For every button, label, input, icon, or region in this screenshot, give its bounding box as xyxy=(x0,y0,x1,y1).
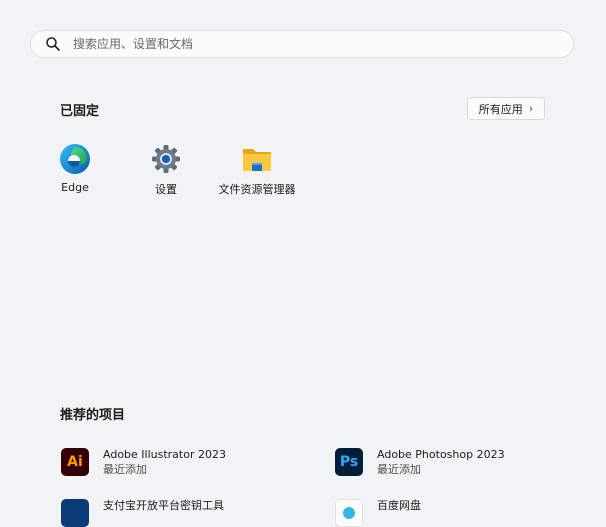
baidu-netdisk-icon xyxy=(335,499,363,527)
recommended-item-name: 支付宝开放平台密钥工具 xyxy=(103,499,224,512)
search-input[interactable] xyxy=(71,36,573,52)
pinned-app-file-explorer[interactable]: 文件资源管理器 xyxy=(212,142,302,202)
alipay-tool-icon xyxy=(61,499,89,527)
recommended-item-baidu-netdisk[interactable]: 百度网盘 xyxy=(335,499,421,527)
pinned-app-settings[interactable]: 设置 xyxy=(121,142,211,202)
pinned-app-edge[interactable]: Edge xyxy=(30,142,120,202)
all-apps-label: 所有应用 xyxy=(478,102,523,116)
pinned-app-label: 设置 xyxy=(155,183,177,196)
illustrator-icon: Ai xyxy=(61,448,89,476)
recommended-item-name: Adobe Photoshop 2023 xyxy=(377,448,505,461)
pinned-app-label: 文件资源管理器 xyxy=(218,183,296,196)
search-icon xyxy=(45,36,61,52)
edge-icon xyxy=(58,142,92,176)
search-box[interactable] xyxy=(30,30,574,58)
pinned-title: 已固定 xyxy=(60,104,100,119)
recommended-item-name: 百度网盘 xyxy=(377,499,421,512)
recommended-item-subtitle: 最近添加 xyxy=(377,463,421,476)
recommended-item-photoshop[interactable]: Ps Adobe Photoshop 2023 最近添加 xyxy=(335,448,505,477)
folder-icon xyxy=(240,142,274,176)
recommended-item-subtitle: 最近添加 xyxy=(103,463,147,476)
recommended-item-name: Adobe Illustrator 2023 xyxy=(103,448,226,461)
settings-gear-icon xyxy=(149,142,183,176)
recommended-title: 推荐的项目 xyxy=(60,408,126,423)
all-apps-button[interactable]: 所有应用 › xyxy=(467,97,545,120)
chevron-right-icon: › xyxy=(528,102,534,115)
recommended-item-illustrator[interactable]: Ai Adobe Illustrator 2023 最近添加 xyxy=(61,448,226,477)
photoshop-icon: Ps xyxy=(335,448,363,476)
pinned-app-label: Edge xyxy=(61,181,89,194)
recommended-item-alipay-tool[interactable]: 支付宝开放平台密钥工具 xyxy=(61,499,224,527)
